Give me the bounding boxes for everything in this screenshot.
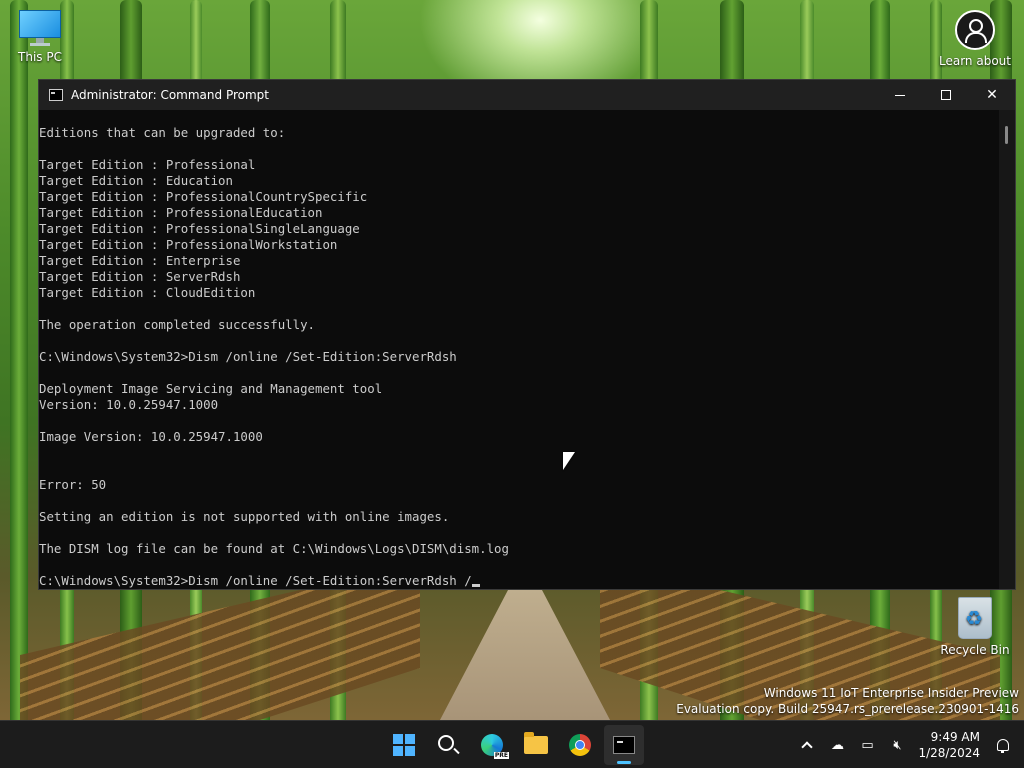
- console-line: C:\Windows\System32>Dism /online /Set-Ed…: [39, 349, 457, 364]
- system-tray: ☁ ▭ 🔇︎ 9:49 AM 1/28/2024: [792, 721, 1024, 768]
- show-hidden-icons-button[interactable]: [796, 734, 818, 756]
- watermark-line: Evaluation copy. Build 25947.rs_prerelea…: [676, 702, 1019, 716]
- console-line: The operation completed successfully.: [39, 317, 316, 332]
- console-line: Target Edition : ServerRdsh: [39, 269, 241, 284]
- console-line: Target Edition : CloudEdition: [39, 285, 256, 300]
- maximize-icon: [941, 90, 951, 100]
- chevron-up-icon: [801, 741, 814, 753]
- console-scrollbar[interactable]: [999, 110, 1015, 589]
- onedrive-icon[interactable]: ☁: [826, 734, 848, 756]
- console-line: Error: 50: [39, 477, 107, 492]
- terminal-icon: [613, 736, 635, 754]
- desktop-icon-learn-about[interactable]: Learn about: [935, 10, 1015, 68]
- notifications-button[interactable]: [992, 734, 1014, 756]
- close-icon: ✕: [986, 87, 998, 103]
- taskbar: ☁ ▭ 🔇︎ 9:49 AM 1/28/2024: [0, 720, 1024, 768]
- console-line: Editions that can be upgraded to:: [39, 125, 286, 140]
- console-output[interactable]: Editions that can be upgraded to: Target …: [39, 110, 999, 589]
- computer-icon: [19, 10, 61, 46]
- scrollbar-thumb[interactable]: [1005, 126, 1008, 144]
- close-button[interactable]: ✕: [969, 80, 1015, 110]
- console-line: The DISM log file can be found at C:\Win…: [39, 541, 509, 556]
- console-line: Version: 10.0.25947.1000: [39, 397, 219, 412]
- file-explorer-button[interactable]: [516, 725, 556, 765]
- console-line: Deployment Image Servicing and Managemen…: [39, 381, 383, 396]
- clock[interactable]: 9:49 AM 1/28/2024: [918, 729, 980, 761]
- cmd-icon: [49, 89, 63, 101]
- volume-muted-icon[interactable]: 🔇︎: [886, 734, 908, 756]
- window-titlebar[interactable]: Administrator: Command Prompt ✕: [39, 80, 1015, 110]
- taskbar-apps: [384, 725, 644, 765]
- search-button[interactable]: [428, 725, 468, 765]
- desktop-icon-label: Learn about: [939, 54, 1011, 68]
- evaluation-watermark: Windows 11 IoT Enterprise Insider Previe…: [676, 685, 1019, 717]
- file-explorer-icon: [524, 732, 548, 754]
- edge-button[interactable]: [472, 725, 512, 765]
- chrome-icon: [569, 734, 591, 756]
- recycle-bin-icon: [958, 597, 992, 639]
- desktop-icon-this-pc[interactable]: This PC: [0, 10, 80, 64]
- text-cursor: [471, 584, 480, 587]
- console-line: C:\Windows\System32>Dism /online /Set-Ed…: [39, 573, 999, 589]
- desktop-icon-label: This PC: [18, 50, 62, 64]
- mouse-pointer-icon: [563, 452, 575, 470]
- console-line: Target Edition : ProfessionalEducation: [39, 205, 323, 220]
- console-line: Target Edition : ProfessionalWorkstation: [39, 237, 338, 252]
- chrome-button[interactable]: [560, 725, 600, 765]
- desktop-icon-recycle-bin[interactable]: Recycle Bin: [935, 597, 1015, 657]
- command-prompt-window[interactable]: Administrator: Command Prompt ✕ Editions…: [38, 79, 1016, 590]
- clock-date: 1/28/2024: [918, 746, 980, 760]
- watermark-line: Windows 11 IoT Enterprise Insider Previe…: [763, 686, 1019, 700]
- clock-time: 9:49 AM: [930, 730, 980, 744]
- window-title: Administrator: Command Prompt: [71, 88, 269, 102]
- console-line: Target Edition : ProfessionalCountrySpec…: [39, 189, 368, 204]
- learn-about-icon: [955, 10, 995, 50]
- console-line: Target Edition : Professional: [39, 157, 256, 172]
- bell-icon: [997, 739, 1009, 753]
- edge-icon: [481, 734, 509, 759]
- terminal-button[interactable]: [604, 725, 644, 765]
- windows-start-icon: [393, 734, 415, 756]
- search-icon: [438, 735, 454, 751]
- minimize-button[interactable]: [877, 80, 923, 110]
- network-icon[interactable]: ▭: [856, 734, 878, 756]
- console-line: Target Edition : Enterprise: [39, 253, 241, 268]
- minimize-icon: [895, 94, 905, 96]
- console-line: Image Version: 10.0.25947.1000: [39, 429, 263, 444]
- start-button[interactable]: [384, 725, 424, 765]
- console-line: Target Edition : Education: [39, 173, 233, 188]
- console-line: Setting an edition is not supported with…: [39, 509, 450, 524]
- console-line: Target Edition : ProfessionalSingleLangu…: [39, 221, 360, 236]
- maximize-button[interactable]: [923, 80, 969, 110]
- desktop-icon-label: Recycle Bin: [940, 643, 1010, 657]
